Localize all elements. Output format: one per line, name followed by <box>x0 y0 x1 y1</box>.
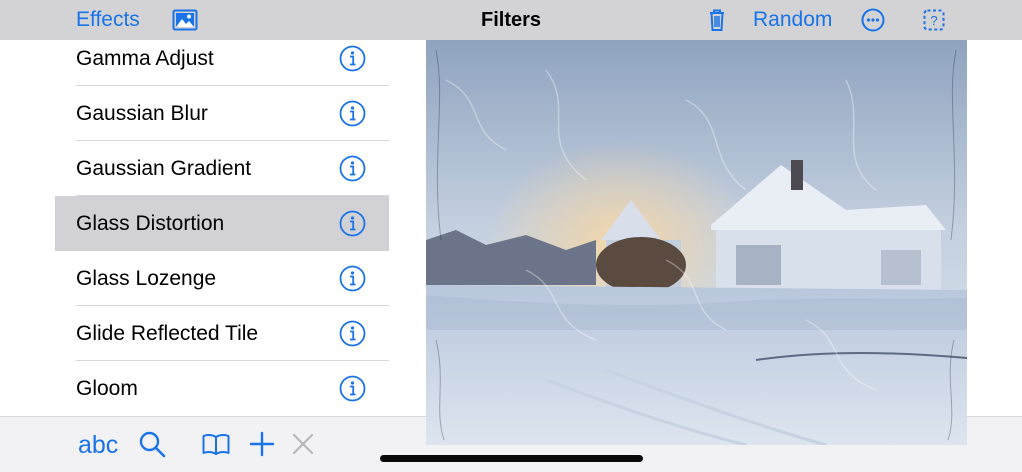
list-item-glass-lozenge[interactable]: Glass Lozenge <box>55 251 389 306</box>
list-item-gaussian-blur[interactable]: Gaussian Blur <box>55 86 389 141</box>
info-icon[interactable] <box>339 210 366 237</box>
list-item-label: Gloom <box>76 377 138 400</box>
trash-icon[interactable] <box>703 6 731 34</box>
list-item-label: Glass Distortion <box>76 212 225 235</box>
filter-list: Gamma Adjust Gaussian Blur Gaussian Grad… <box>55 40 389 416</box>
info-icon[interactable] <box>339 45 366 72</box>
list-item-gamma-adjust[interactable]: Gamma Adjust <box>55 40 389 86</box>
list-item-glide-reflected-tile[interactable]: Glide Reflected Tile <box>55 306 389 361</box>
search-icon[interactable] <box>137 429 167 459</box>
svg-text:?: ? <box>930 13 937 28</box>
home-indicator <box>380 455 643 462</box>
list-item-label: Gamma Adjust <box>76 47 214 70</box>
plus-icon[interactable] <box>247 429 277 459</box>
filter-preview-image[interactable] <box>426 40 967 445</box>
list-item-label: Glass Lozenge <box>76 267 217 290</box>
book-icon[interactable] <box>201 429 231 459</box>
more-icon[interactable] <box>859 6 887 34</box>
random-help-icon[interactable]: ? <box>920 6 948 34</box>
info-icon[interactable] <box>339 320 366 347</box>
photo-icon[interactable] <box>172 7 198 33</box>
list-item-gloom[interactable]: Gloom <box>55 361 389 416</box>
navigation-bar: Effects Filters Random ? <box>0 0 1022 40</box>
list-item-label: Glide Reflected Tile <box>76 322 259 345</box>
info-icon[interactable] <box>339 265 366 292</box>
list-item-glass-distortion[interactable]: Glass Distortion <box>55 196 389 251</box>
effects-button[interactable]: Effects <box>76 7 140 33</box>
info-icon[interactable] <box>339 375 366 402</box>
info-icon[interactable] <box>339 100 366 127</box>
list-item-label: Gaussian Blur <box>76 102 208 125</box>
random-button[interactable]: Random <box>753 7 832 33</box>
list-item-gaussian-gradient[interactable]: Gaussian Gradient <box>55 141 389 196</box>
abc-button[interactable]: abc <box>78 430 118 460</box>
info-icon[interactable] <box>339 155 366 182</box>
list-item-label: Gaussian Gradient <box>76 157 252 180</box>
close-icon[interactable] <box>288 429 318 459</box>
